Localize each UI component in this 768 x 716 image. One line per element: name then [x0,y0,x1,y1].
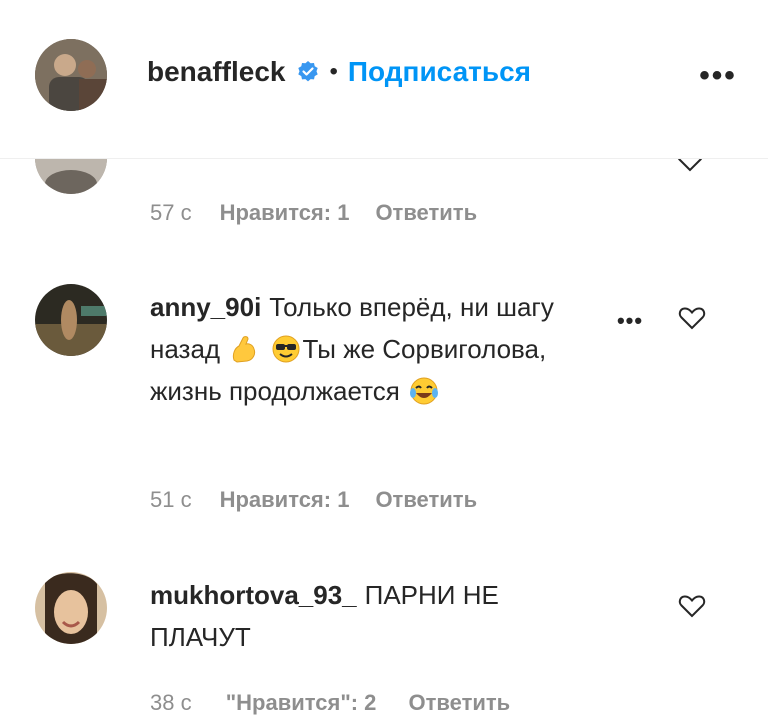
comment-likes[interactable]: "Нравится": 2 [226,690,377,715]
reply-button[interactable]: Ответить [409,690,511,715]
author-avatar[interactable] [35,39,107,111]
comment-more-options-button[interactable]: ••• [610,306,650,336]
follow-button[interactable]: Подписаться [348,56,531,88]
comment-time[interactable]: 38 с [150,690,192,715]
comment-time[interactable]: 51 с [150,487,192,513]
more-options-button[interactable]: ••• [698,58,738,94]
post-header: benaffleck • Подписаться ••• [0,0,768,159]
separator-dot: • [329,58,338,85]
comment-text: anny_90i Только вперёд, ни шагу назад Ты … [150,286,590,412]
comment-text: mukhortova_93_ ПАРНИ НЕ ПЛАЧУТ [150,574,590,658]
more-options-icon: ••• [616,308,644,333]
comment-avatar[interactable] [35,572,107,644]
comment-meta: 51 с Нравится: 1 Ответить [150,484,477,516]
tears-of-joy-emoji-icon [409,376,439,406]
comment-username[interactable]: anny_90i [150,292,261,322]
comment-likes[interactable]: Нравится: 1 [220,200,350,226]
comment-likes[interactable]: Нравится: 1 [220,487,350,513]
verified-badge-icon [296,60,320,84]
reply-button[interactable]: Ответить [375,487,477,513]
comment-time[interactable]: 57 с [150,200,192,226]
like-comment-icon[interactable] [678,306,706,335]
author-username[interactable]: benaffleck [147,56,286,88]
comment-avatar[interactable] [35,284,107,356]
more-options-icon: ••• [699,59,737,92]
reply-button[interactable]: Ответить [375,200,477,226]
comment-meta: 57 с Нравится: 1 Ответить [150,197,477,229]
flexed-biceps-emoji-icon [229,334,259,364]
sunglasses-emoji-icon [271,334,301,364]
comment-username[interactable]: mukhortova_93_ [150,580,357,610]
like-comment-icon[interactable] [678,594,706,623]
comment-meta: 38 с "Нравится": 2 Ответить [150,690,510,716]
author-info: benaffleck • Подписаться [147,50,531,94]
